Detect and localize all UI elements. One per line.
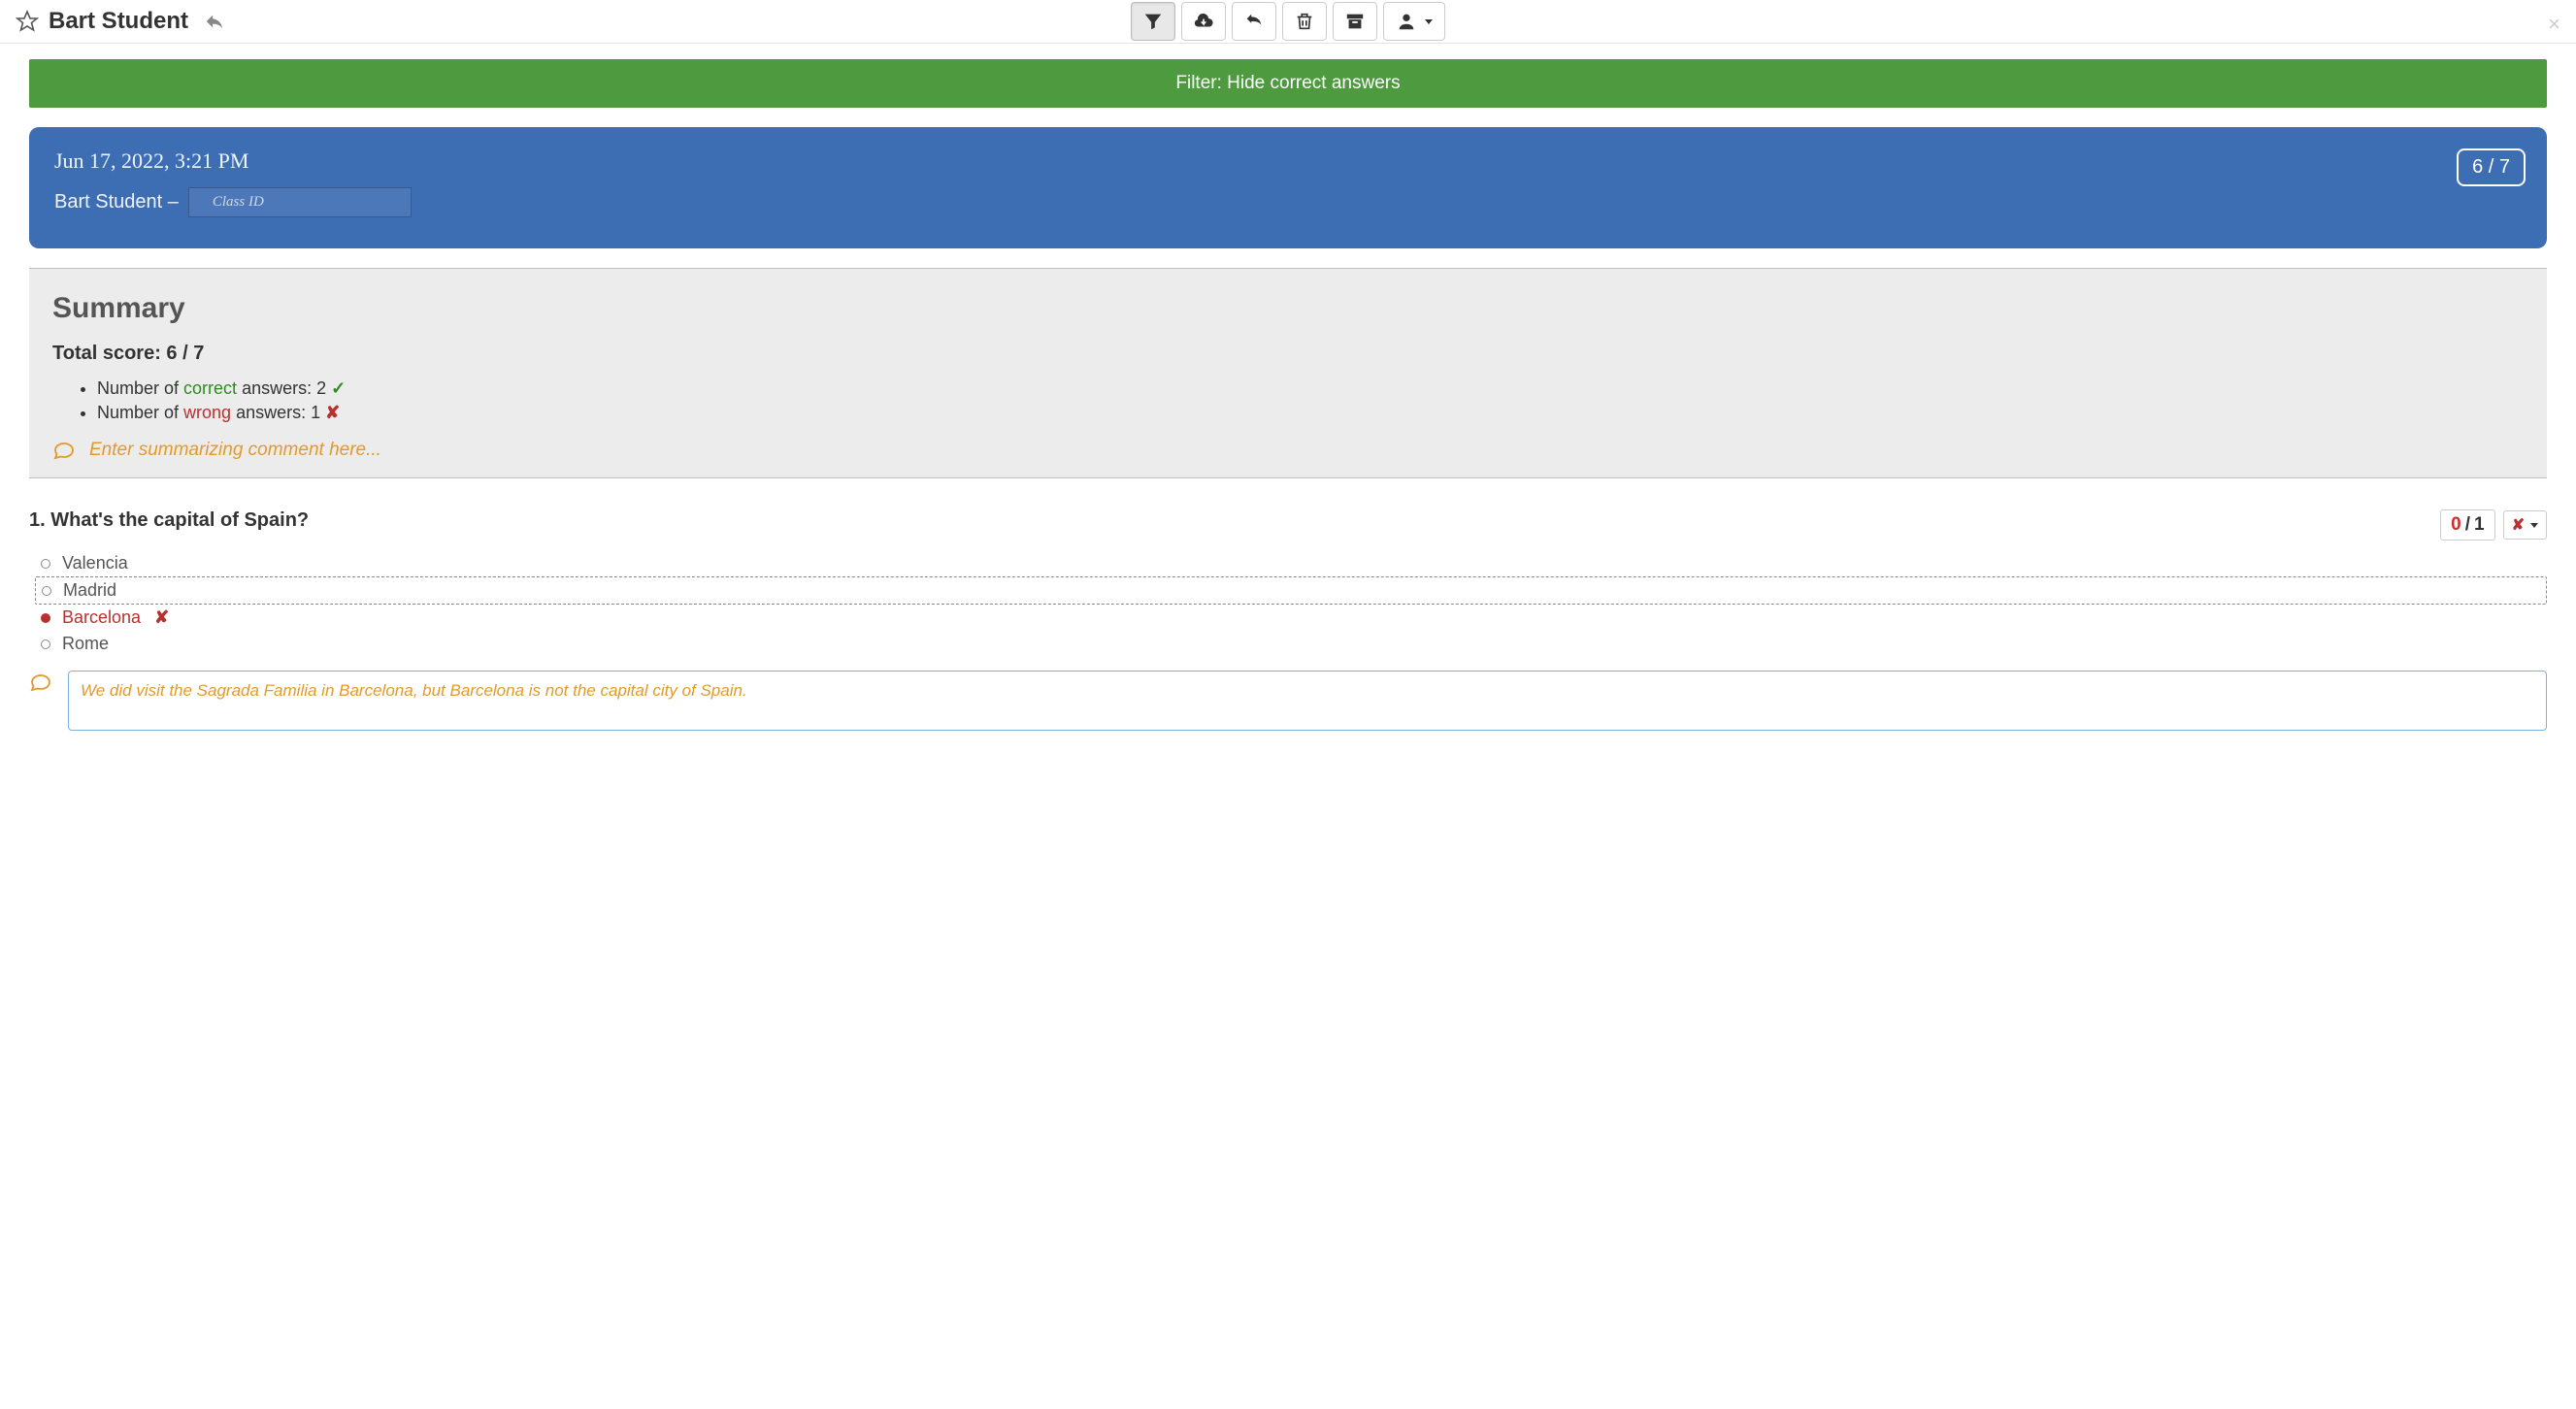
option-label: Barcelona [62,607,141,628]
topbar-left: Bart Student [16,8,225,35]
check-icon: ✓ [331,378,346,398]
option: Rome [35,631,2547,657]
toolbar [1131,2,1445,41]
option-label: Madrid [63,580,116,601]
summary-box: Summary Total score: 6 / 7 Number of cor… [29,268,2547,478]
summary-title: Summary [52,292,2524,325]
summary-comment-input[interactable] [89,440,2524,461]
correct-word: correct [183,378,237,398]
archive-button[interactable] [1333,2,1377,41]
summary-wrong-line: Number of wrong answers: 1 ✘ [97,403,2524,423]
text: Number of [97,403,183,422]
trash-icon [1294,11,1315,32]
question-score-box[interactable]: 0 / 1 [2440,509,2494,541]
summary-comment-row [52,439,2524,462]
caret-down-icon [1425,19,1433,24]
text: answers: 1 [231,403,325,422]
topbar: Bart Student × [0,0,2576,44]
submission-name-row: Bart Student – [54,187,2522,217]
text: answers: 2 [237,378,331,398]
student-name: Bart Student [49,8,188,35]
question-score-group: 0 / 1 ✘ [2440,509,2547,541]
question-header: 1. What's the capital of Spain? 0 / 1 ✘ [29,509,2547,541]
filter-button[interactable] [1131,2,1175,41]
class-id-input[interactable] [188,187,412,217]
x-icon: ✘ [325,403,340,422]
x-icon: ✘ [154,607,169,628]
option: Madrid [35,576,2547,605]
question-comment-row [29,671,2547,731]
score-sep: / [2465,514,2470,536]
undo-icon [1243,11,1265,32]
user-dropdown-button[interactable] [1383,2,1445,41]
submission-info-card: Jun 17, 2022, 3:21 PM Bart Student – 6 /… [29,127,2547,248]
summary-correct-line: Number of correct answers: 2 ✓ [97,378,2524,399]
filter-banner: Filter: Hide correct answers [29,59,2547,108]
total-score: Total score: 6 / 7 [52,343,2524,365]
archive-icon [1344,11,1366,32]
score-max: 1 [2474,514,2485,536]
radio-bullet-icon [41,559,50,569]
wrong-word: wrong [183,403,231,422]
summary-list: Number of correct answers: 2 ✓ Number of… [97,378,2524,423]
undo-button[interactable] [1232,2,1276,41]
question-comment-input[interactable] [68,671,2547,731]
option-label: Valencia [62,553,128,573]
close-icon[interactable]: × [2548,12,2560,37]
radio-bullet-icon [42,586,51,596]
option: Valencia [35,550,2547,576]
score-pill: 6 / 7 [2457,148,2526,186]
radio-bullet-icon [41,613,50,623]
comment-icon [29,671,52,694]
submission-student-name: Bart Student – [54,191,179,213]
options-list: Valencia Madrid Barcelona ✘ Rome [35,550,2547,657]
delete-button[interactable] [1282,2,1327,41]
filter-icon [1142,11,1164,32]
submission-date: Jun 17, 2022, 3:21 PM [54,148,2522,174]
question-block: 1. What's the capital of Spain? 0 / 1 ✘ … [29,509,2547,731]
content: Filter: Hide correct answers Jun 17, 202… [0,59,2576,760]
option: Barcelona ✘ [35,605,2547,631]
user-icon [1396,11,1417,32]
cloud-download-icon [1193,11,1214,32]
star-icon[interactable] [16,10,39,33]
text: Number of [97,378,183,398]
option-label: Rome [62,634,109,654]
x-icon: ✘ [2512,515,2525,535]
download-button[interactable] [1181,2,1226,41]
reply-icon[interactable] [204,11,225,32]
score-got: 0 [2451,514,2461,536]
radio-bullet-icon [41,639,50,649]
comment-icon [52,439,76,462]
question-mark-dropdown[interactable]: ✘ [2503,510,2547,540]
caret-down-icon [2530,523,2538,528]
question-text: 1. What's the capital of Spain? [29,509,309,532]
